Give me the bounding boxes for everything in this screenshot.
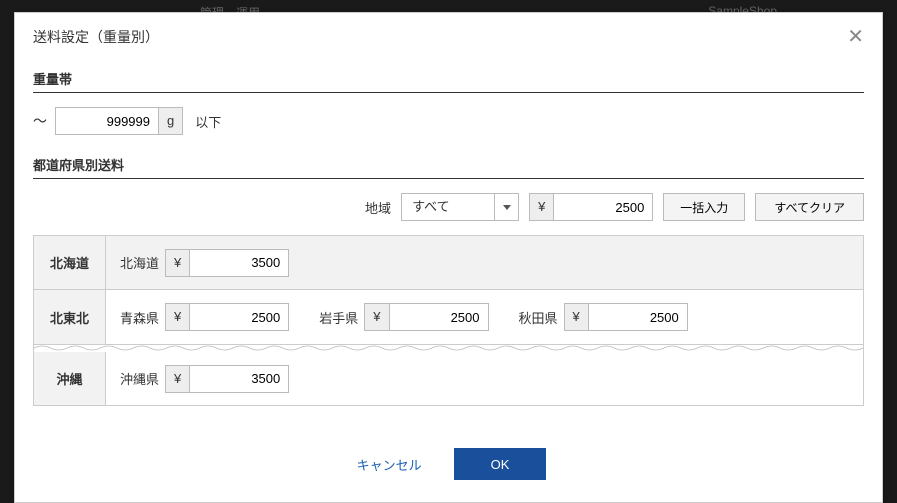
shipping-table: 北海道 北海道 ¥ 北東北 青森県 <box>33 235 864 406</box>
pref-group: 秋田県 ¥ <box>519 303 688 331</box>
table-row: 北東北 青森県 ¥ 岩手県 ¥ <box>34 290 863 344</box>
row-body: 青森県 ¥ 岩手県 ¥ 秋田県 <box>106 290 863 344</box>
pref-group: 沖縄県 ¥ <box>120 365 289 393</box>
modal-title: 送料設定（重量別） <box>33 27 159 47</box>
row-head: 北東北 <box>34 290 106 344</box>
pref-price-input[interactable] <box>189 365 289 393</box>
pref-price-input[interactable] <box>189 303 289 331</box>
cancel-button[interactable]: キャンセル <box>351 454 428 475</box>
yen-prefix: ¥ <box>364 303 388 331</box>
modal-footer: キャンセル OK <box>15 430 882 502</box>
pref-group: 青森県 ¥ <box>120 303 289 331</box>
bulk-price-group: ¥ <box>529 193 653 221</box>
pref-price-input[interactable] <box>189 249 289 277</box>
row-head: 沖縄 <box>34 352 106 405</box>
pref-name: 秋田県 <box>519 308 558 327</box>
weight-tilde: 〜 <box>33 111 49 131</box>
pref-price-input[interactable] <box>389 303 489 331</box>
table-row: 北海道 北海道 ¥ <box>34 236 863 290</box>
yen-prefix: ¥ <box>165 303 189 331</box>
torn-edge <box>34 344 863 352</box>
close-icon: ✕ <box>847 26 864 48</box>
pref-group: 北海道 ¥ <box>120 249 289 277</box>
yen-prefix: ¥ <box>165 249 189 277</box>
pref-name: 岩手県 <box>319 308 358 327</box>
weight-section-label: 重量帯 <box>33 69 864 93</box>
pref-name: 青森県 <box>120 308 159 327</box>
chevron-down-icon <box>503 205 511 210</box>
pref-name: 沖縄県 <box>120 369 159 388</box>
pref-price-input[interactable] <box>588 303 688 331</box>
bulk-apply-button[interactable]: 一括入力 <box>663 193 745 221</box>
modal-body: 重量帯 〜 g 以下 都道府県別送料 地域 すべて ¥ 一括入力 すべてクリア <box>15 59 882 430</box>
pref-group: 岩手県 ¥ <box>319 303 488 331</box>
modal-header: 送料設定（重量別） ✕ <box>15 13 882 59</box>
area-select-caret <box>494 194 518 220</box>
shipping-settings-modal: 送料設定（重量別） ✕ 重量帯 〜 g 以下 都道府県別送料 地域 すべて ¥ <box>14 12 883 503</box>
yen-prefix: ¥ <box>529 193 553 221</box>
row-body: 北海道 ¥ <box>106 236 863 289</box>
region-section-label: 都道府県別送料 <box>33 155 864 179</box>
weight-max-input[interactable] <box>55 107 159 135</box>
weight-row: 〜 g 以下 <box>33 107 864 135</box>
weight-unit: g <box>159 107 183 135</box>
area-label: 地域 <box>365 198 391 217</box>
yen-prefix: ¥ <box>564 303 588 331</box>
bulk-row: 地域 すべて ¥ 一括入力 すべてクリア <box>33 193 864 221</box>
area-select-value: すべて <box>402 194 494 220</box>
clear-all-button[interactable]: すべてクリア <box>755 193 864 221</box>
ok-button[interactable]: OK <box>454 448 547 480</box>
pref-name: 北海道 <box>120 253 159 272</box>
area-select[interactable]: すべて <box>401 193 519 221</box>
weight-suffix: 以下 <box>195 112 221 131</box>
bulk-price-input[interactable] <box>553 193 653 221</box>
row-head: 北海道 <box>34 236 106 289</box>
close-button[interactable]: ✕ <box>847 27 864 47</box>
yen-prefix: ¥ <box>165 365 189 393</box>
table-row: 沖縄 沖縄県 ¥ <box>34 352 863 406</box>
row-body: 沖縄県 ¥ <box>106 352 863 405</box>
